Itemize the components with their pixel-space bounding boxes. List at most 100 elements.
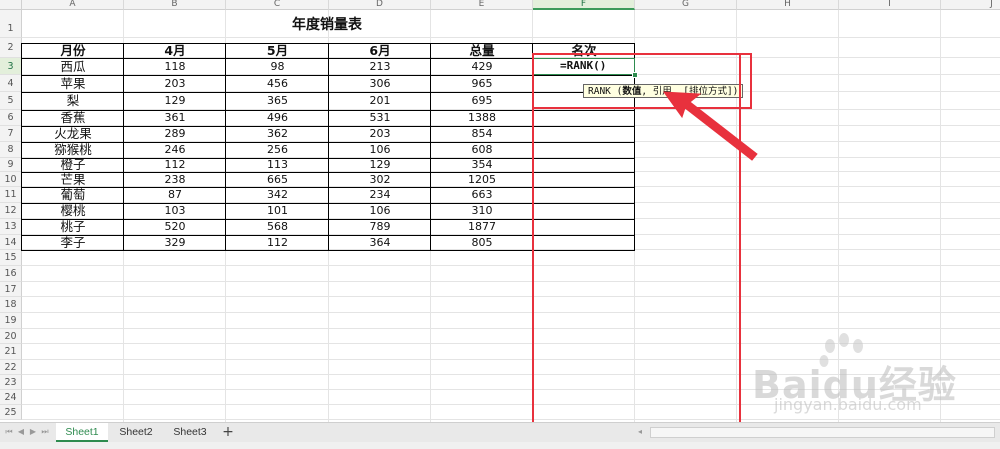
fruit-name-cell[interactable]: 芒果	[22, 172, 124, 187]
prev-sheet-icon[interactable]: ◀	[16, 426, 26, 438]
row-header-24[interactable]: 24	[0, 390, 22, 405]
row-header-10[interactable]: 10	[0, 172, 22, 187]
first-sheet-icon[interactable]: ⏮	[4, 426, 14, 438]
row-header-14[interactable]: 14	[0, 235, 22, 250]
fruit-name-cell[interactable]: 桃子	[22, 219, 124, 235]
row-header-18[interactable]: 18	[0, 297, 22, 313]
value-cell[interactable]: 310	[431, 203, 533, 219]
value-cell[interactable]: 98	[226, 58, 329, 75]
value-cell[interactable]: 106	[329, 142, 431, 158]
value-cell[interactable]: 608	[431, 142, 533, 158]
row-header-7[interactable]: 7	[0, 126, 22, 142]
value-cell[interactable]: 203	[124, 75, 226, 92]
value-cell[interactable]: 329	[124, 235, 226, 250]
column-header-I[interactable]: I	[839, 0, 941, 10]
value-cell[interactable]: 663	[431, 187, 533, 203]
row-header-8[interactable]: 8	[0, 142, 22, 158]
fruit-name-cell[interactable]: 梨	[22, 92, 124, 110]
scroll-left-icon[interactable]: ◂	[635, 426, 645, 438]
row-header-21[interactable]: 21	[0, 344, 22, 360]
value-cell[interactable]: 342	[226, 187, 329, 203]
value-cell[interactable]: 429	[431, 58, 533, 75]
sheet-title[interactable]: 年度销量表	[22, 15, 632, 35]
header-month[interactable]: 月份	[22, 43, 124, 58]
column-header-H[interactable]: H	[737, 0, 839, 10]
value-cell[interactable]: 129	[329, 158, 431, 172]
scrollbar-thumb[interactable]	[651, 428, 996, 437]
value-cell[interactable]: 365	[226, 92, 329, 110]
fruit-name-cell[interactable]: 香蕉	[22, 110, 124, 126]
value-cell[interactable]: 234	[329, 187, 431, 203]
value-cell[interactable]: 112	[124, 158, 226, 172]
value-cell[interactable]: 531	[329, 110, 431, 126]
value-cell[interactable]: 568	[226, 219, 329, 235]
value-cell[interactable]: 129	[124, 92, 226, 110]
fruit-name-cell[interactable]: 李子	[22, 235, 124, 250]
row-header-25[interactable]: 25	[0, 405, 22, 420]
fruit-name-cell[interactable]: 橙子	[22, 158, 124, 172]
row-header-15[interactable]: 15	[0, 250, 22, 266]
tab-sheet3[interactable]: Sheet3	[165, 423, 215, 442]
value-cell[interactable]: 456	[226, 75, 329, 92]
select-all-corner[interactable]	[0, 0, 22, 10]
column-header-J[interactable]: J	[941, 0, 1000, 10]
value-cell[interactable]: 87	[124, 187, 226, 203]
fruit-name-cell[interactable]: 葡萄	[22, 187, 124, 203]
tab-sheet2[interactable]: Sheet2	[111, 423, 161, 442]
header-may[interactable]: 5月	[226, 43, 329, 58]
column-header-G[interactable]: G	[635, 0, 737, 10]
value-cell[interactable]: 238	[124, 172, 226, 187]
value-cell[interactable]: 1205	[431, 172, 533, 187]
value-cell[interactable]: 106	[329, 203, 431, 219]
column-header-D[interactable]: D	[329, 0, 431, 10]
header-june[interactable]: 6月	[329, 43, 431, 58]
row-header-2[interactable]: 2	[0, 38, 22, 58]
value-cell[interactable]: 213	[329, 58, 431, 75]
value-cell[interactable]: 289	[124, 126, 226, 142]
row-header-6[interactable]: 6	[0, 110, 22, 126]
row-header-13[interactable]: 13	[0, 219, 22, 235]
value-cell[interactable]: 361	[124, 110, 226, 126]
next-sheet-icon[interactable]: ▶	[28, 426, 38, 438]
value-cell[interactable]: 965	[431, 75, 533, 92]
row-header-4[interactable]: 4	[0, 75, 22, 92]
row-header-16[interactable]: 16	[0, 266, 22, 282]
tab-sheet1[interactable]: Sheet1	[56, 423, 108, 442]
column-header-A[interactable]: A	[22, 0, 124, 10]
value-cell[interactable]: 1877	[431, 219, 533, 235]
fruit-name-cell[interactable]: 樱桃	[22, 203, 124, 219]
value-cell[interactable]: 695	[431, 92, 533, 110]
value-cell[interactable]: 496	[226, 110, 329, 126]
value-cell[interactable]: 805	[431, 235, 533, 250]
value-cell[interactable]: 113	[226, 158, 329, 172]
row-header-23[interactable]: 23	[0, 375, 22, 390]
row-header-17[interactable]: 17	[0, 282, 22, 297]
fruit-name-cell[interactable]: 西瓜	[22, 58, 124, 75]
value-cell[interactable]: 362	[226, 126, 329, 142]
value-cell[interactable]: 789	[329, 219, 431, 235]
column-header-C[interactable]: C	[226, 0, 329, 10]
header-total[interactable]: 总量	[431, 43, 533, 58]
column-header-F[interactable]: F	[533, 0, 635, 10]
value-cell[interactable]: 112	[226, 235, 329, 250]
row-header-22[interactable]: 22	[0, 360, 22, 375]
value-cell[interactable]: 665	[226, 172, 329, 187]
value-cell[interactable]: 520	[124, 219, 226, 235]
value-cell[interactable]: 101	[226, 203, 329, 219]
row-header-12[interactable]: 12	[0, 203, 22, 219]
row-header-9[interactable]: 9	[0, 158, 22, 172]
value-cell[interactable]: 201	[329, 92, 431, 110]
row-header-5[interactable]: 5	[0, 92, 22, 110]
row-header-20[interactable]: 20	[0, 329, 22, 344]
spreadsheet-grid[interactable]: ABCDEFGHIJ 1 2 3 4 5 6 7 8 9 10 11 12 13 14 15 16 17 18 19…	[0, 0, 1000, 422]
last-sheet-icon[interactable]: ⏭	[40, 426, 50, 438]
value-cell[interactable]: 256	[226, 142, 329, 158]
value-cell[interactable]: 118	[124, 58, 226, 75]
column-header-B[interactable]: B	[124, 0, 226, 10]
row-header-11[interactable]: 11	[0, 187, 22, 203]
value-cell[interactable]: 854	[431, 126, 533, 142]
column-header-E[interactable]: E	[431, 0, 533, 10]
value-cell[interactable]: 306	[329, 75, 431, 92]
value-cell[interactable]: 354	[431, 158, 533, 172]
value-cell[interactable]: 203	[329, 126, 431, 142]
